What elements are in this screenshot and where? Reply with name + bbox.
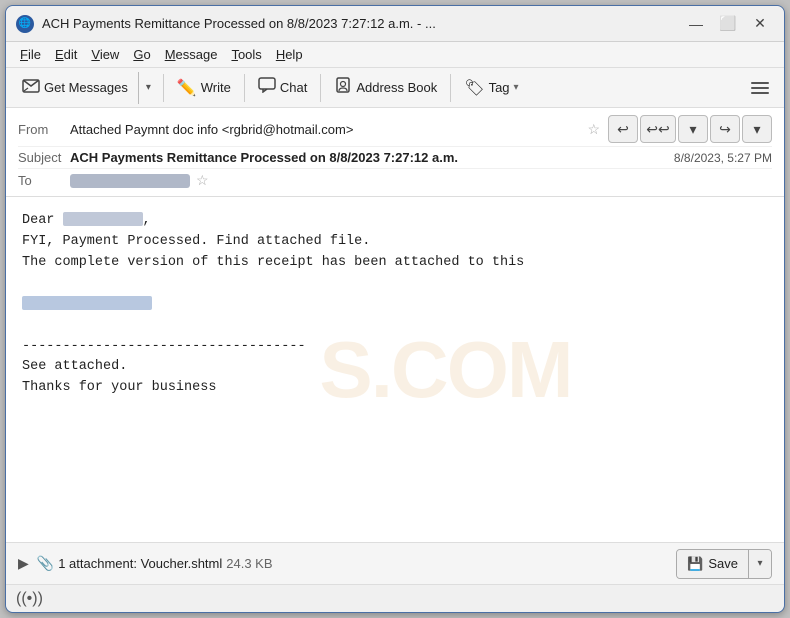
from-row: From Attached Paymnt doc info <rgbrid@ho… — [18, 112, 772, 147]
status-bar: ((•)) — [6, 584, 784, 612]
chat-button[interactable]: Chat — [250, 72, 315, 104]
email-header: From Attached Paymnt doc info <rgbrid@ho… — [6, 108, 784, 197]
to-label: To — [18, 173, 70, 188]
menu-go[interactable]: Go — [127, 45, 156, 64]
attachment-bar: ▶ 📎 1 attachment: Voucher.shtml 24.3 KB … — [6, 542, 784, 584]
save-dropdown-button[interactable]: ▾ — [749, 550, 771, 578]
body-separator: ----------------------------------- — [22, 337, 768, 358]
menu-tools[interactable]: Tools — [225, 45, 267, 64]
write-icon: ✏️ — [177, 78, 197, 98]
menu-view[interactable]: View — [85, 45, 125, 64]
from-value: Attached Paymnt doc info <rgbrid@hotmail… — [70, 122, 581, 137]
attachment-expand-icon[interactable]: ▶ — [18, 555, 29, 572]
window-title: ACH Payments Remittance Processed on 8/8… — [42, 16, 682, 31]
tag-dropdown-icon: ▾ — [514, 82, 519, 93]
divider-3 — [320, 74, 321, 102]
body-line1: Dear , — [22, 211, 768, 232]
body-line4: See attached. — [22, 357, 768, 378]
more-nav-button[interactable]: ▾ — [742, 115, 772, 143]
dear-text: Dear — [22, 213, 54, 228]
app-icon: 🌐 — [16, 15, 34, 33]
write-button[interactable]: ✏️ Write — [169, 72, 239, 104]
paperclip-icon: 📎 — [37, 555, 54, 572]
email-date: 8/8/2023, 5:27 PM — [674, 151, 772, 165]
get-messages-icon — [22, 77, 40, 98]
body-blurred-block — [22, 295, 768, 316]
menu-message[interactable]: Message — [159, 45, 224, 64]
tag-icon: 🏷 — [464, 78, 484, 98]
to-value-blurred — [70, 174, 190, 188]
blurred-link — [22, 296, 152, 310]
chat-icon — [258, 77, 276, 98]
body-line3: The complete version of this receipt has… — [22, 253, 768, 274]
from-star-icon[interactable]: ☆ — [587, 121, 600, 138]
write-label: Write — [201, 80, 231, 95]
email-body: S.COM Dear , FYI, Payment Processed. Fin… — [6, 197, 784, 542]
address-book-label: Address Book — [356, 80, 437, 95]
menu-edit[interactable]: Edit — [49, 45, 83, 64]
divider-1 — [163, 74, 164, 102]
tag-label: Tag — [489, 80, 510, 95]
tag-button[interactable]: 🏷 Tag ▾ — [456, 72, 526, 104]
email-window: 🌐 ACH Payments Remittance Processed on 8… — [5, 5, 785, 613]
close-button[interactable]: ✕ — [746, 13, 774, 35]
address-book-button[interactable]: Address Book — [326, 72, 445, 104]
get-messages-label: Get Messages — [44, 80, 128, 95]
attachment-text: 1 attachment: Voucher.shtml — [58, 556, 222, 571]
to-star-icon[interactable]: ☆ — [196, 172, 209, 189]
menu-bar: File Edit View Go Message Tools Help — [6, 42, 784, 68]
body-line2: FYI, Payment Processed. Find attached fi… — [22, 232, 768, 253]
dropdown-nav-button[interactable]: ▾ — [678, 115, 708, 143]
status-icon: ((•)) — [16, 590, 43, 608]
from-label: From — [18, 122, 70, 137]
attachment-size: 24.3 KB — [226, 556, 272, 571]
get-messages-button[interactable]: Get Messages — [14, 72, 136, 104]
subject-row: Subject ACH Payments Remittance Processe… — [18, 147, 772, 169]
reply-all-button[interactable]: ↩↩ — [640, 115, 676, 143]
divider-4 — [450, 74, 451, 102]
hamburger-menu-button[interactable] — [744, 72, 776, 104]
title-bar: 🌐 ACH Payments Remittance Processed on 8… — [6, 6, 784, 42]
save-label: Save — [708, 556, 738, 571]
subject-label: Subject — [18, 150, 70, 165]
menu-file[interactable]: File — [14, 45, 47, 64]
window-controls: — ⬜ ✕ — [682, 13, 774, 35]
ham-line-2 — [751, 87, 769, 89]
get-messages-dropdown[interactable]: ▾ — [138, 72, 158, 104]
reply-button[interactable]: ↩ — [608, 115, 638, 143]
ham-line-1 — [751, 82, 769, 84]
body-line5: Thanks for your business — [22, 378, 768, 399]
subject-value: ACH Payments Remittance Processed on 8/8… — [70, 150, 666, 165]
address-book-icon — [334, 77, 352, 98]
save-button-group: 💾 Save ▾ — [676, 549, 772, 579]
ham-line-3 — [751, 92, 769, 94]
recipient-name-blurred — [63, 212, 143, 226]
nav-buttons: ↩ ↩↩ ▾ ↪ ▾ — [608, 115, 772, 143]
toolbar: Get Messages ▾ ✏️ Write Chat — [6, 68, 784, 108]
chat-label: Chat — [280, 80, 307, 95]
menu-help[interactable]: Help — [270, 45, 309, 64]
to-row: To ☆ — [18, 169, 772, 192]
divider-2 — [244, 74, 245, 102]
save-button[interactable]: 💾 Save — [677, 550, 749, 578]
restore-button[interactable]: ⬜ — [714, 13, 742, 35]
save-icon: 💾 — [687, 556, 703, 572]
minimize-button[interactable]: — — [682, 13, 710, 35]
forward-button[interactable]: ↪ — [710, 115, 740, 143]
